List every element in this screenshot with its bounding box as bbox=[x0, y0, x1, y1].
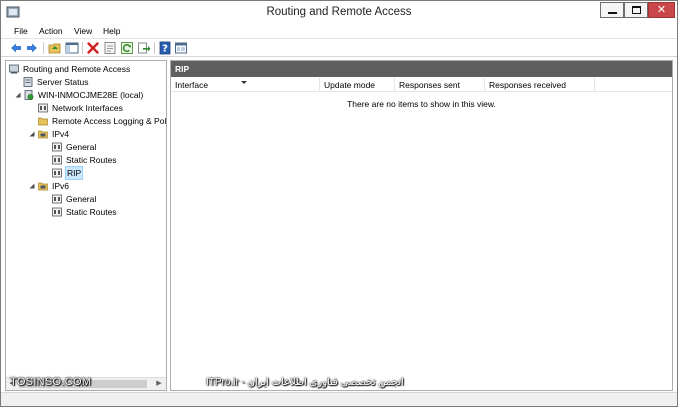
tree-item-ipv6[interactable]: IPv6 bbox=[6, 180, 166, 192]
protocol-folder-icon bbox=[38, 182, 48, 191]
tree-item-ipv4-rip[interactable]: RIP bbox=[6, 166, 166, 180]
export-list-icon[interactable] bbox=[137, 41, 151, 55]
help-icon[interactable]: ? bbox=[158, 41, 172, 55]
protocol-icon bbox=[52, 142, 62, 152]
toolbar-separator bbox=[154, 42, 155, 54]
maximize-button[interactable] bbox=[624, 2, 648, 18]
menu-view[interactable]: View bbox=[74, 25, 92, 38]
tree-label: General bbox=[66, 194, 97, 204]
network-interfaces-icon bbox=[38, 103, 48, 113]
tree-label: General bbox=[66, 142, 97, 152]
column-header-responses-received[interactable]: Responses received bbox=[485, 78, 595, 92]
tree-label: IPv6 bbox=[52, 181, 70, 191]
protocol-icon bbox=[52, 207, 62, 217]
protocol-icon bbox=[52, 168, 62, 178]
tree-item-server-status[interactable]: Server Status bbox=[6, 76, 166, 88]
maximize-icon bbox=[632, 6, 641, 14]
tree-item-server[interactable]: WIN-INMOCJME28E (local) bbox=[6, 89, 166, 101]
tree-label: Server Status bbox=[37, 77, 89, 87]
mmc-window: Routing and Remote Access ✕ File Action … bbox=[0, 0, 678, 407]
expanded-toggle-icon[interactable] bbox=[15, 92, 21, 98]
tree-item-ipv6-general[interactable]: General bbox=[6, 193, 166, 205]
column-label: Responses received bbox=[489, 80, 567, 90]
menu-bar: File Action View Help bbox=[1, 23, 677, 39]
tree-item-ipv4-static-routes[interactable]: Static Routes bbox=[6, 154, 166, 166]
watermark-center: ITPro.ir - انجمن تخصصی فناوری اطلاعات ای… bbox=[206, 377, 404, 388]
server-icon bbox=[23, 77, 33, 87]
tree-item-root[interactable]: Routing and Remote Access bbox=[6, 63, 166, 75]
tree-label: RIP bbox=[64, 166, 84, 180]
column-label: Interface bbox=[175, 80, 209, 90]
window-title: Routing and Remote Access bbox=[266, 6, 412, 18]
delete-icon[interactable] bbox=[86, 41, 100, 55]
routing-icon bbox=[9, 64, 19, 74]
scroll-right-icon[interactable]: ▶ bbox=[153, 378, 165, 390]
refresh-icon[interactable] bbox=[120, 41, 134, 55]
svg-text:?: ? bbox=[162, 44, 168, 55]
menu-action[interactable]: Action bbox=[39, 25, 63, 38]
column-header-responses-sent[interactable]: Responses sent bbox=[395, 78, 485, 92]
tree-item-network-interfaces[interactable]: Network Interfaces bbox=[6, 102, 166, 114]
column-header-update-mode[interactable]: Update mode bbox=[320, 78, 395, 92]
tree-label: Network Interfaces bbox=[52, 103, 123, 113]
tree-item-ipv4[interactable]: IPv4 bbox=[6, 128, 166, 140]
toolbar-separator bbox=[43, 42, 44, 54]
result-pane[interactable]: RIP Interface Update mode Responses sent… bbox=[170, 60, 673, 391]
tree-item-ipv4-general[interactable]: General bbox=[6, 141, 166, 153]
minimize-icon bbox=[608, 12, 617, 14]
column-label: Responses sent bbox=[399, 80, 460, 90]
close-icon: ✕ bbox=[656, 3, 667, 16]
protocol-icon bbox=[52, 194, 62, 204]
mmc-view-icon[interactable] bbox=[174, 41, 188, 55]
expanded-toggle-icon[interactable] bbox=[29, 131, 35, 137]
result-pane-title: RIP bbox=[171, 61, 672, 77]
back-icon[interactable] bbox=[9, 41, 23, 55]
column-header-interface[interactable]: Interface bbox=[171, 78, 320, 92]
forward-icon[interactable] bbox=[25, 41, 39, 55]
properties-icon[interactable] bbox=[103, 41, 117, 55]
empty-list-message: There are no items to show in this view. bbox=[347, 99, 496, 109]
title-bar[interactable]: Routing and Remote Access ✕ bbox=[1, 1, 677, 23]
console-tree[interactable]: Routing and Remote Access Server Status … bbox=[5, 60, 167, 391]
tree-label: WIN-INMOCJME28E (local) bbox=[38, 90, 144, 100]
watermark-left: TOSINSO.COM bbox=[10, 376, 92, 388]
tree-label: IPv4 bbox=[52, 129, 70, 139]
tree-label: Routing and Remote Access bbox=[23, 64, 131, 74]
column-label: Update mode bbox=[324, 80, 376, 90]
server-running-icon bbox=[24, 90, 34, 100]
folder-icon bbox=[38, 117, 48, 126]
close-button[interactable]: ✕ bbox=[648, 2, 675, 18]
column-headers: Interface Update mode Responses sent Res… bbox=[171, 78, 672, 92]
expanded-toggle-icon[interactable] bbox=[29, 183, 35, 189]
tree-item-remote-access-logging[interactable]: Remote Access Logging & Pol bbox=[6, 115, 166, 127]
protocol-folder-icon bbox=[38, 130, 48, 139]
sort-arrow-icon bbox=[241, 81, 247, 84]
status-bar bbox=[1, 392, 677, 406]
tree-item-ipv6-static-routes[interactable]: Static Routes bbox=[6, 206, 166, 218]
show-hide-tree-icon[interactable] bbox=[65, 41, 79, 55]
menu-file[interactable]: File bbox=[14, 25, 28, 38]
menu-help[interactable]: Help bbox=[103, 25, 120, 38]
toolbar: ? bbox=[1, 39, 677, 57]
tree-label: Static Routes bbox=[66, 155, 117, 165]
tree-label: Static Routes bbox=[66, 207, 117, 217]
up-folder-icon[interactable] bbox=[48, 41, 62, 55]
protocol-icon bbox=[52, 155, 62, 165]
minimize-button[interactable] bbox=[600, 2, 624, 18]
toolbar-separator bbox=[82, 42, 83, 54]
tree-label: Remote Access Logging & Pol bbox=[52, 116, 167, 126]
